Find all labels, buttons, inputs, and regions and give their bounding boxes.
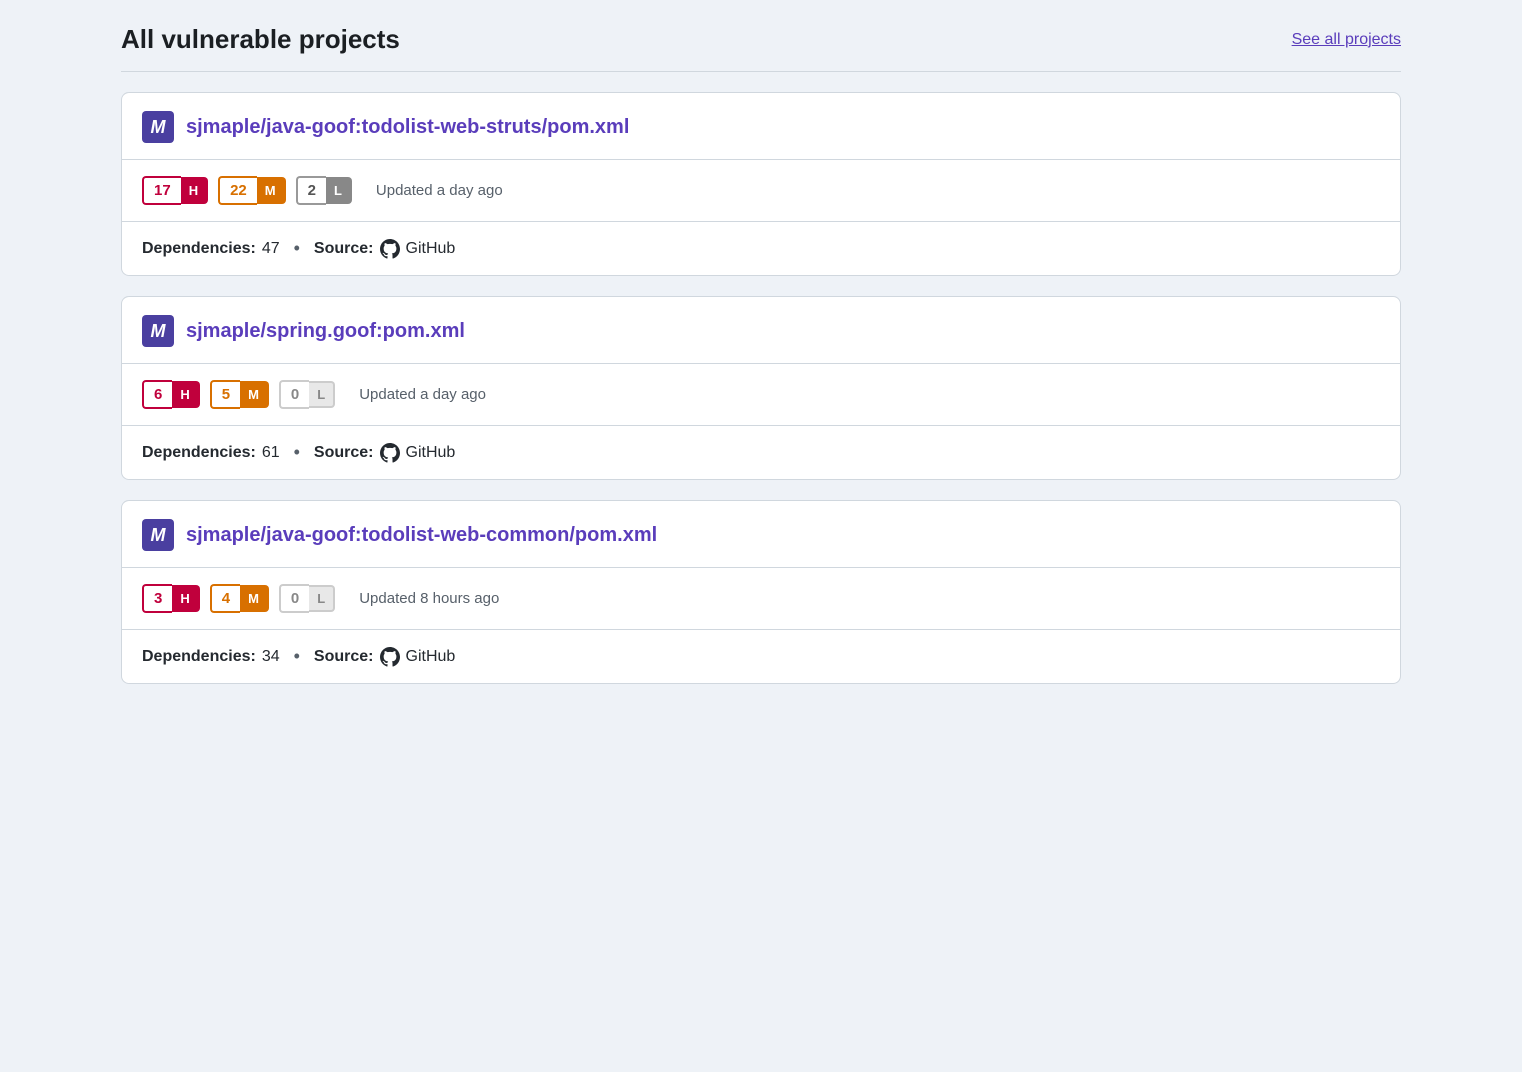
dependencies-count-3: 34 [262,648,280,666]
card-header-2: M sjmaple/spring.goof:pom.xml [122,297,1400,364]
low-badge-group-2: 0 L [279,380,335,409]
card-footer-2: Dependencies: 61 • Source: GitHub [122,426,1400,479]
high-label-3: H [172,585,199,612]
projects-list: M sjmaple/java-goof:todolist-web-struts/… [121,92,1401,684]
source-item-1: Source: GitHub [314,239,455,259]
github-icon-2 [380,443,400,463]
maven-icon-3: M [142,519,174,551]
low-label-3: L [309,585,335,612]
low-label-2: L [309,381,335,408]
low-count-2: 0 [279,380,309,409]
source-name-1: GitHub [406,240,456,258]
medium-label-2: M [240,381,269,408]
card-header-1: M sjmaple/java-goof:todolist-web-struts/… [122,93,1400,160]
page-title: All vulnerable projects [121,24,400,55]
footer-dot-1: • [294,238,300,259]
high-badge-group-2: 6 H [142,380,200,409]
low-badge-group-1: 2 L [296,176,352,205]
project-card-2: M sjmaple/spring.goof:pom.xml 6 H 5 M 0 … [121,296,1401,480]
dependencies-item-3: Dependencies: 34 [142,648,280,666]
low-count-1: 2 [296,176,326,205]
project-link-2[interactable]: sjmaple/spring.goof:pom.xml [186,320,465,343]
see-all-projects-link[interactable]: See all projects [1292,31,1401,49]
project-link-1[interactable]: sjmaple/java-goof:todolist-web-struts/po… [186,116,629,139]
medium-count-1: 22 [218,176,257,205]
high-count-1: 17 [142,176,181,205]
low-count-3: 0 [279,584,309,613]
medium-label-3: M [240,585,269,612]
github-icon-3 [380,647,400,667]
card-header-3: M sjmaple/java-goof:todolist-web-common/… [122,501,1400,568]
dependencies-count-2: 61 [262,444,280,462]
low-badge-group-3: 0 L [279,584,335,613]
medium-badge-group-1: 22 M [218,176,286,205]
card-badges-1: 17 H 22 M 2 L Updated a day ago [122,160,1400,222]
page-header: All vulnerable projects See all projects [121,24,1401,72]
dependencies-label-1: Dependencies: [142,240,256,258]
github-icon-1 [380,239,400,259]
source-item-3: Source: GitHub [314,647,455,667]
medium-badge-group-2: 5 M [210,380,269,409]
medium-count-3: 4 [210,584,240,613]
source-name-3: GitHub [406,648,456,666]
high-count-2: 6 [142,380,172,409]
project-link-3[interactable]: sjmaple/java-goof:todolist-web-common/po… [186,524,657,547]
maven-icon-1: M [142,111,174,143]
high-label-2: H [172,381,199,408]
footer-dot-2: • [294,442,300,463]
medium-count-2: 5 [210,380,240,409]
card-footer-3: Dependencies: 34 • Source: GitHub [122,630,1400,683]
card-badges-2: 6 H 5 M 0 L Updated a day ago [122,364,1400,426]
source-label-1: Source: [314,240,374,258]
project-card-3: M sjmaple/java-goof:todolist-web-common/… [121,500,1401,684]
card-footer-1: Dependencies: 47 • Source: GitHub [122,222,1400,275]
source-name-2: GitHub [406,444,456,462]
card-badges-3: 3 H 4 M 0 L Updated 8 hours ago [122,568,1400,630]
dependencies-item-1: Dependencies: 47 [142,240,280,258]
low-label-1: L [326,177,352,204]
dependencies-count-1: 47 [262,240,280,258]
high-label-1: H [181,177,208,204]
dependencies-label-3: Dependencies: [142,648,256,666]
high-badge-group-3: 3 H [142,584,200,613]
high-badge-group-1: 17 H [142,176,208,205]
updated-text-3: Updated 8 hours ago [359,590,499,607]
dependencies-label-2: Dependencies: [142,444,256,462]
updated-text-1: Updated a day ago [376,182,503,199]
source-label-2: Source: [314,444,374,462]
maven-icon-2: M [142,315,174,347]
dependencies-item-2: Dependencies: 61 [142,444,280,462]
updated-text-2: Updated a day ago [359,386,486,403]
medium-label-1: M [257,177,286,204]
source-item-2: Source: GitHub [314,443,455,463]
medium-badge-group-3: 4 M [210,584,269,613]
footer-dot-3: • [294,646,300,667]
source-label-3: Source: [314,648,374,666]
high-count-3: 3 [142,584,172,613]
project-card-1: M sjmaple/java-goof:todolist-web-struts/… [121,92,1401,276]
page-container: All vulnerable projects See all projects… [121,24,1401,684]
